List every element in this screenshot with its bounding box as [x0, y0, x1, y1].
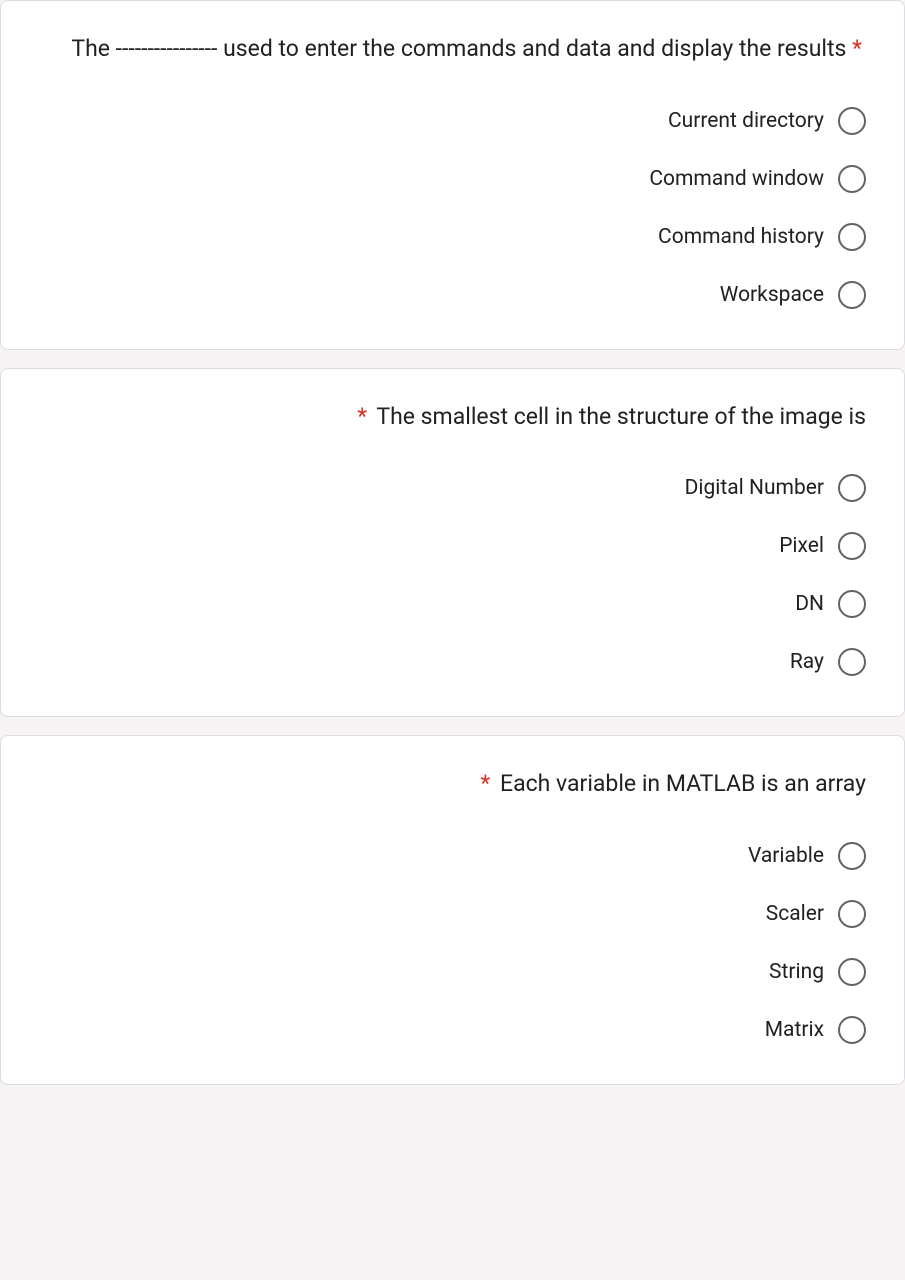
option-row[interactable]: String: [39, 958, 866, 986]
radio-icon[interactable]: [838, 474, 866, 502]
question-card: * The smallest cell in the structure of …: [0, 368, 905, 718]
question-card: The ---------------- used to enter the c…: [0, 0, 905, 350]
option-label: Command history: [658, 225, 824, 249]
option-row[interactable]: DN: [39, 590, 866, 618]
option-label: String: [769, 960, 824, 984]
radio-icon[interactable]: [838, 958, 866, 986]
required-marker: *: [852, 35, 862, 62]
option-label: Matrix: [765, 1018, 824, 1042]
option-label: Workspace: [720, 283, 824, 307]
option-label: Variable: [748, 844, 824, 868]
options-list: Digital Number Pixel DN Ray: [39, 474, 866, 676]
question-label: The ---------------- used to enter the c…: [71, 35, 846, 62]
required-marker: *: [357, 403, 367, 430]
option-row[interactable]: Current directory: [39, 107, 866, 135]
radio-icon[interactable]: [838, 532, 866, 560]
question-label: Each variable in MATLAB is an array: [500, 770, 866, 797]
radio-icon[interactable]: [838, 223, 866, 251]
option-row[interactable]: Variable: [39, 842, 866, 870]
option-row[interactable]: Pixel: [39, 532, 866, 560]
question-label: The smallest cell in the structure of th…: [376, 403, 866, 430]
option-label: Digital Number: [685, 476, 824, 500]
radio-icon[interactable]: [838, 842, 866, 870]
option-label: Command window: [649, 167, 824, 191]
radio-icon[interactable]: [838, 900, 866, 928]
option-row[interactable]: Scaler: [39, 900, 866, 928]
question-text: * Each variable in MATLAB is an array: [39, 766, 866, 802]
option-row[interactable]: Workspace: [39, 281, 866, 309]
options-list: Variable Scaler String Matrix: [39, 842, 866, 1044]
option-row[interactable]: Command history: [39, 223, 866, 251]
radio-icon[interactable]: [838, 1016, 866, 1044]
question-text: The ---------------- used to enter the c…: [39, 31, 866, 67]
option-row[interactable]: Matrix: [39, 1016, 866, 1044]
option-row[interactable]: Digital Number: [39, 474, 866, 502]
option-label: DN: [795, 592, 824, 616]
required-marker: *: [480, 770, 490, 797]
radio-icon[interactable]: [838, 107, 866, 135]
option-row[interactable]: Command window: [39, 165, 866, 193]
radio-icon[interactable]: [838, 165, 866, 193]
option-label: Scaler: [766, 902, 824, 926]
radio-icon[interactable]: [838, 648, 866, 676]
question-text: * The smallest cell in the structure of …: [39, 399, 866, 435]
options-list: Current directory Command window Command…: [39, 107, 866, 309]
radio-icon[interactable]: [838, 281, 866, 309]
option-label: Current directory: [668, 109, 824, 133]
option-row[interactable]: Ray: [39, 648, 866, 676]
option-label: Ray: [790, 650, 824, 674]
question-card: * Each variable in MATLAB is an array Va…: [0, 735, 905, 1085]
radio-icon[interactable]: [838, 590, 866, 618]
option-label: Pixel: [779, 534, 824, 558]
